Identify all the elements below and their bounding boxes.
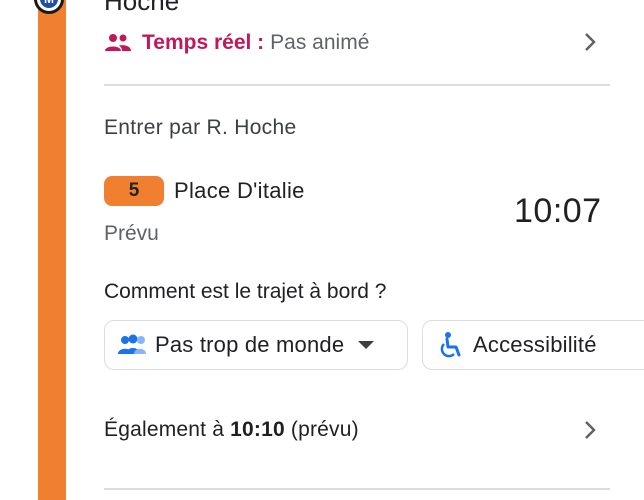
divider: [104, 84, 610, 86]
also-at-suffix: (prévu): [284, 418, 359, 441]
dropdown-caret-icon: [358, 341, 375, 349]
people-icon: [105, 34, 131, 51]
entrance-text: Entrer par R. Hoche: [104, 116, 297, 139]
realtime-value: Pas animé: [270, 31, 370, 54]
also-at-row[interactable]: Également à 10:10 (prévu): [104, 418, 359, 442]
station-name[interactable]: Hoche: [104, 0, 179, 17]
metro-line-bar: [38, 0, 66, 500]
chevron-right-icon[interactable]: [580, 32, 600, 52]
departure-time: 10:07: [514, 192, 602, 230]
crowd-label: Pas trop de monde: [155, 332, 345, 357]
also-at-time: 10:10: [230, 418, 285, 441]
wheelchair-icon: [440, 332, 461, 358]
departure-status: Prévu: [104, 222, 159, 245]
realtime-row[interactable]: Temps réel : Pas animé: [104, 28, 369, 58]
crowd-question: Comment est le trajet à bord ?: [104, 280, 387, 303]
realtime-label: Temps réel :: [142, 31, 265, 54]
also-at-prefix: Également à: [104, 418, 231, 441]
chevron-right-icon[interactable]: [580, 420, 600, 440]
crowd-dropdown-button[interactable]: Pas trop de monde: [104, 320, 408, 370]
departure-row[interactable]: 5 Place D'italie: [104, 176, 305, 206]
accessibility-label: Accessibilité: [473, 332, 597, 357]
people-group-icon: [118, 334, 146, 354]
divider: [104, 488, 610, 490]
accessibility-button[interactable]: Accessibilité: [422, 320, 644, 370]
line-badge: 5: [104, 176, 164, 206]
destination: Place D'italie: [174, 178, 305, 203]
metro-badge-letter: M: [40, 0, 58, 8]
